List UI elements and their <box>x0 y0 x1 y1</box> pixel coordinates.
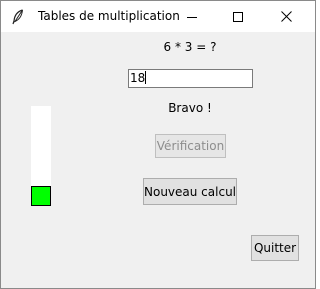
window-title: Tables de multiplication <box>38 9 180 23</box>
answer-value: 18 <box>130 71 146 85</box>
question-label: 6 * 3 = ? <box>163 40 217 54</box>
feedback-label: Bravo ! <box>168 101 212 115</box>
text-caret <box>145 71 147 84</box>
maximize-icon <box>233 7 243 26</box>
answer-input[interactable]: 18 <box>128 69 253 88</box>
feather-icon <box>11 9 25 25</box>
score-progress-fill <box>31 186 51 206</box>
quit-button-label: Quitter <box>253 241 297 255</box>
minimize-button[interactable] <box>169 1 215 32</box>
new-calculation-button[interactable]: Nouveau calcul <box>143 178 237 205</box>
verify-button-label: Vérification <box>156 139 225 153</box>
close-icon <box>280 7 292 26</box>
maximize-button[interactable] <box>215 1 261 32</box>
title-bar[interactable]: Tables de multiplication <box>1 1 315 32</box>
minimize-icon <box>187 7 197 26</box>
main-window: Tables de multiplication 6 * 3 = ? 18 Br… <box>0 0 316 289</box>
close-button[interactable] <box>263 1 309 32</box>
verify-button[interactable]: Vérification <box>155 134 226 158</box>
quit-button[interactable]: Quitter <box>251 235 299 261</box>
new-calculation-button-label: Nouveau calcul <box>144 184 237 199</box>
